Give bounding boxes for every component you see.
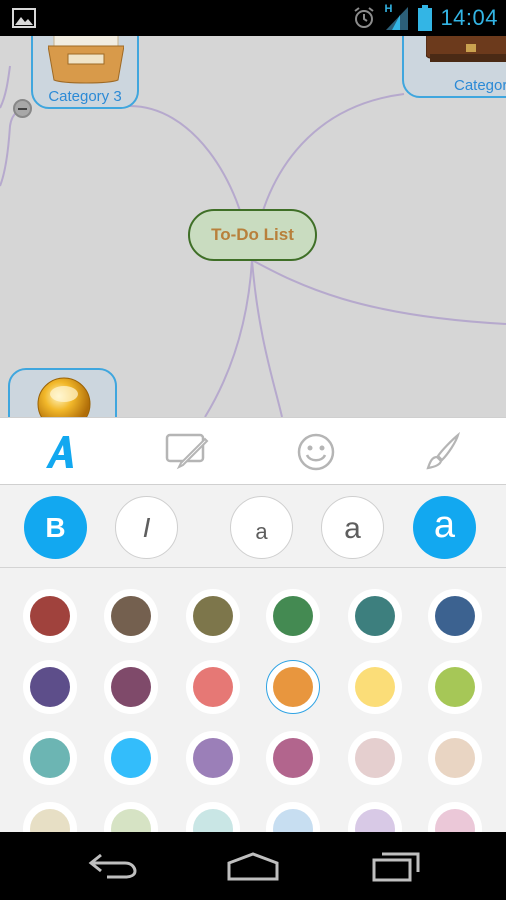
color-swatch-fill <box>435 809 475 832</box>
format-tabs <box>0 417 506 485</box>
node-label: Category 3 <box>48 88 122 105</box>
image-brush-icon <box>165 433 209 470</box>
color-swatch[interactable] <box>104 731 158 785</box>
size-large-label: a <box>433 504 456 546</box>
size-small-button[interactable]: a <box>230 496 293 559</box>
color-swatch[interactable] <box>104 660 158 714</box>
tray-icon <box>48 36 124 84</box>
color-swatch-fill <box>355 596 395 636</box>
bold-label: B <box>45 511 66 543</box>
gold-ball-icon <box>37 377 91 417</box>
node-category-3[interactable]: Category 3 <box>31 36 139 109</box>
color-swatch-fill <box>30 738 70 778</box>
color-swatch-fill <box>435 596 475 636</box>
home-button[interactable] <box>218 846 288 886</box>
alarm-icon <box>354 7 375 28</box>
back-button[interactable] <box>77 846 147 886</box>
size-small-label: a <box>255 518 268 544</box>
color-swatch-fill <box>355 809 395 832</box>
color-swatch-fill <box>193 667 233 707</box>
color-swatch[interactable] <box>104 589 158 643</box>
navigation-bar <box>0 832 506 900</box>
color-swatch[interactable] <box>348 589 402 643</box>
color-swatch[interactable] <box>266 589 320 643</box>
color-swatch-fill <box>355 738 395 778</box>
color-swatch-fill <box>273 809 313 832</box>
color-swatch-fill <box>435 667 475 707</box>
color-swatch[interactable] <box>186 660 240 714</box>
status-icons: H 14:04 <box>352 0 498 36</box>
collapse-node-button[interactable] <box>13 99 32 118</box>
color-swatch-fill <box>273 596 313 636</box>
color-swatch[interactable] <box>266 802 320 832</box>
color-swatch[interactable] <box>266 731 320 785</box>
color-swatch[interactable] <box>186 802 240 832</box>
color-swatch[interactable] <box>348 660 402 714</box>
color-swatch[interactable] <box>348 802 402 832</box>
color-swatch-fill <box>355 667 395 707</box>
color-swatch-fill <box>435 738 475 778</box>
size-medium-label: a <box>344 511 361 545</box>
italic-label: I <box>142 511 151 543</box>
color-swatch[interactable] <box>186 589 240 643</box>
smiley-icon <box>297 433 335 471</box>
font-a-icon <box>46 436 73 468</box>
color-palette <box>0 569 506 832</box>
color-swatch-fill <box>30 667 70 707</box>
format-panel: B I a a a <box>0 417 506 832</box>
color-swatch-fill <box>273 738 313 778</box>
color-swatch-fill <box>30 809 70 832</box>
size-medium-button[interactable]: a <box>321 496 384 559</box>
color-swatch[interactable] <box>428 589 482 643</box>
color-swatch-fill <box>111 667 151 707</box>
color-swatch[interactable] <box>23 731 77 785</box>
color-swatch[interactable] <box>266 660 320 714</box>
briefcase-icon <box>426 36 506 62</box>
color-swatch[interactable] <box>23 589 77 643</box>
app-screen: H 14:04 Category 3 Categor To-Do List B … <box>0 0 506 900</box>
color-swatch[interactable] <box>428 802 482 832</box>
text-style-row: B I a a a <box>0 486 506 568</box>
color-swatch[interactable] <box>428 660 482 714</box>
color-swatch-fill <box>111 596 151 636</box>
node-gold-ball[interactable] <box>8 368 117 417</box>
color-swatch-fill <box>193 809 233 832</box>
tab-image[interactable] <box>165 430 209 474</box>
color-swatch[interactable] <box>348 731 402 785</box>
mind-map-canvas[interactable]: Category 3 Categor To-Do List <box>0 36 506 417</box>
status-time: 14:04 <box>440 5 498 30</box>
tab-brush[interactable] <box>420 430 464 474</box>
home-icon <box>227 852 279 881</box>
recents-button[interactable] <box>361 846 431 886</box>
color-swatch[interactable] <box>104 802 158 832</box>
color-swatch-fill <box>193 596 233 636</box>
recents-icon <box>372 852 420 882</box>
color-swatch-fill <box>193 738 233 778</box>
color-swatch-fill <box>111 809 151 832</box>
color-swatch-fill <box>30 596 70 636</box>
size-large-button[interactable]: a <box>413 496 476 559</box>
color-swatch[interactable] <box>23 802 77 832</box>
image-icon <box>12 8 36 28</box>
battery-icon <box>418 5 433 31</box>
node-category-right[interactable]: Categor <box>402 36 506 98</box>
tab-text-style[interactable] <box>40 430 84 474</box>
node-label: Categor <box>454 77 506 94</box>
italic-button[interactable]: I <box>115 496 178 559</box>
color-swatch-fill <box>273 667 313 707</box>
color-swatch[interactable] <box>186 731 240 785</box>
tab-emoji[interactable] <box>294 430 338 474</box>
brush-icon <box>426 432 461 470</box>
back-icon <box>88 853 137 879</box>
status-bar: H 14:04 <box>0 0 506 36</box>
bold-button[interactable]: B <box>24 496 87 559</box>
color-swatch[interactable] <box>23 660 77 714</box>
central-node[interactable]: To-Do List <box>188 209 317 261</box>
color-swatch-fill <box>111 738 151 778</box>
color-swatch[interactable] <box>428 731 482 785</box>
signal-icon: H <box>384 3 410 31</box>
